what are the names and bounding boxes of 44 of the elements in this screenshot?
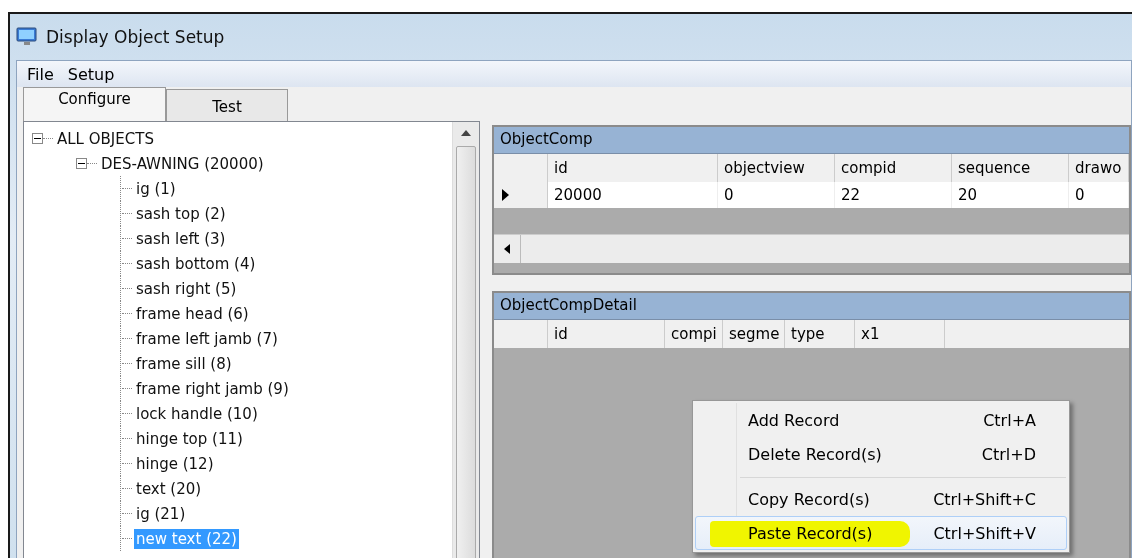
- tree-item[interactable]: sash right (5): [134, 278, 239, 299]
- tree-item[interactable]: frame right jamb (9): [134, 378, 291, 399]
- tab[interactable]: Test: [166, 89, 288, 121]
- tree-item[interactable]: DES-AWNING (20000): [99, 153, 266, 174]
- tree-item[interactable]: hinge (12): [134, 453, 216, 474]
- tree-item[interactable]: sash bottom (4): [134, 253, 258, 274]
- menu-item[interactable]: Add Record Ctrl+A: [695, 403, 1067, 437]
- column-header[interactable]: segme: [723, 320, 785, 348]
- tree-item[interactable]: ig (21): [134, 503, 188, 524]
- table-cell: 22: [835, 182, 952, 208]
- tree-item[interactable]: frame sill (8): [134, 353, 234, 374]
- left-arrow-icon[interactable]: [504, 244, 510, 254]
- tree-item[interactable]: frame left jamb (7): [134, 328, 280, 349]
- grid-title: ObjectCompDetail: [494, 293, 1129, 320]
- menu-item[interactable]: Setup: [67, 64, 115, 84]
- tree-item[interactable]: sash top (2): [134, 203, 228, 224]
- tree-item[interactable]: ALL OBJECTS: [55, 128, 156, 149]
- up-arrow-icon[interactable]: [461, 130, 471, 136]
- column-header[interactable]: type: [785, 320, 855, 348]
- tree-item[interactable]: text (20): [134, 478, 204, 499]
- horizontal-scrollbar[interactable]: [494, 234, 1129, 263]
- collapse-icon[interactable]: [76, 158, 87, 169]
- table-cell: 20000: [548, 182, 718, 208]
- tree-item[interactable]: sash left (3): [134, 228, 228, 249]
- table-cell: 0: [1069, 182, 1129, 208]
- tab[interactable]: Configure: [23, 87, 166, 121]
- menu-item[interactable]: Delete Record(s) Ctrl+D: [695, 437, 1067, 471]
- tree-item[interactable]: hinge top (11): [134, 428, 245, 449]
- tree-item[interactable]: frame head (6): [134, 303, 251, 324]
- column-header[interactable]: x1: [855, 320, 945, 348]
- column-header[interactable]: compi: [665, 320, 723, 348]
- table-cell: 0: [718, 182, 835, 208]
- grid-title: ObjectComp: [494, 127, 1129, 154]
- collapse-icon[interactable]: [32, 133, 43, 144]
- vertical-scrollbar[interactable]: [452, 122, 479, 558]
- column-header[interactable]: id: [548, 320, 665, 348]
- tree-item[interactable]: lock handle (10): [134, 403, 260, 424]
- menu-item[interactable]: Copy Record(s) Ctrl+Shift+C: [695, 471, 1067, 516]
- monitor-icon: [16, 27, 38, 47]
- menu-item[interactable]: File: [27, 64, 54, 84]
- table-cell: 20: [952, 182, 1069, 208]
- tree-item[interactable]: ig (1): [134, 178, 178, 199]
- window-title: Display Object Setup: [46, 27, 225, 47]
- menu-item[interactable]: Paste Record(s) Ctrl+Shift+V: [695, 516, 1067, 550]
